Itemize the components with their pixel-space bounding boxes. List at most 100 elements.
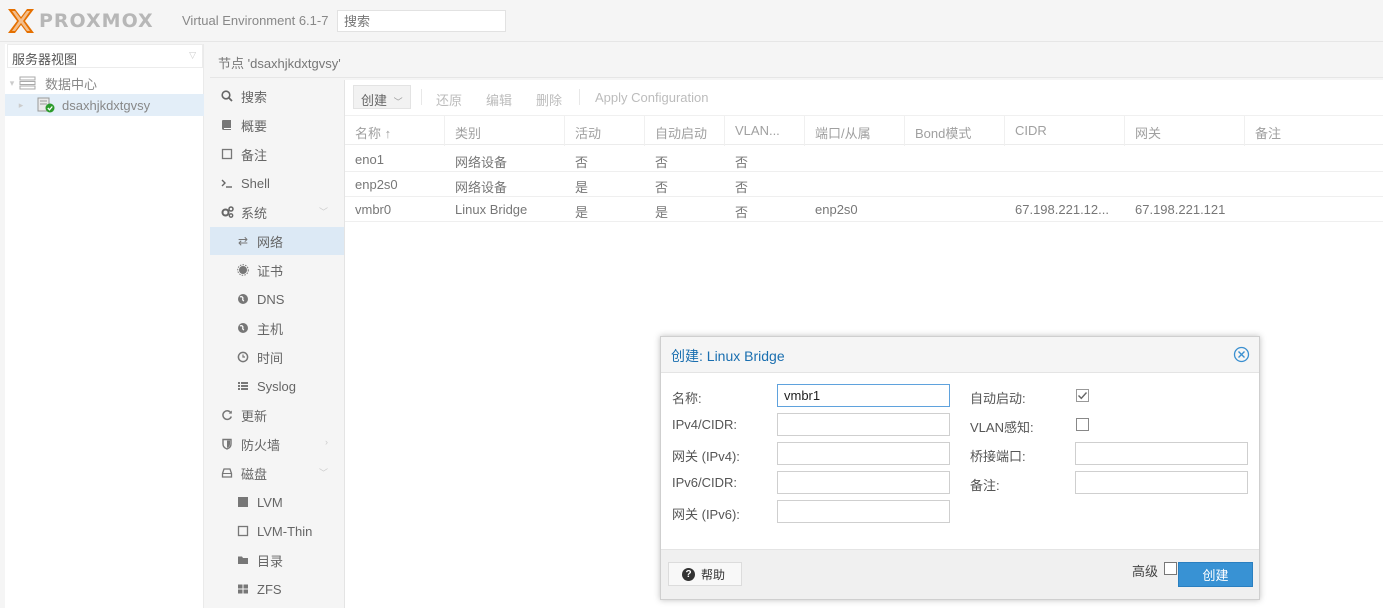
gateway-ipv4-label: 网关 (IPv4): [672,449,740,464]
bridge-ports-label: 桥接端口: [970,449,1026,464]
cell-vlan: 否 [735,155,749,170]
autostart-checkbox[interactable] [1076,389,1089,402]
global-search-input[interactable] [337,10,506,32]
nav-item-label: LVM [257,494,283,510]
nav-item-summary[interactable]: 概要 [210,111,344,139]
clock-icon [236,350,250,364]
ipv4-cidr-input[interactable] [777,413,950,436]
gateway-ipv6-input[interactable] [777,500,950,523]
apply-configuration-button[interactable]: Apply Configuration [595,85,708,109]
nav-item-hosts[interactable]: 主机 [210,314,344,342]
nav-item-zfs[interactable]: ZFS [210,575,344,603]
list-icon [236,379,250,393]
nav-item-network[interactable]: ⇄ 网络 [210,227,344,255]
create-button[interactable]: 创建 [1178,562,1253,587]
create-linux-bridge-dialog: 创建: Linux Bridge 名称: IPv4/CIDR: 网关 (IPv4… [660,336,1260,600]
node-online-icon [37,97,55,113]
nav-item-firewall[interactable]: 防火墙 › [210,430,344,458]
name-input[interactable] [777,384,950,407]
cell-active: 是 [575,180,589,195]
gateway-ipv4-input[interactable] [777,442,950,465]
cell-type: Linux Bridge [455,202,528,217]
cell-cidr [1005,172,1125,196]
ipv6-cidr-input[interactable] [777,471,950,494]
edit-button[interactable]: 编辑 [486,85,512,109]
nav-item-syslog[interactable]: Syslog [210,372,344,400]
view-selector[interactable]: 服务器视图 ▽ [7,44,203,68]
server-stack-icon [19,76,36,90]
column-header-gateway[interactable]: 网关 [1125,116,1245,146]
table-row[interactable]: eno1 网络设备 否 否 否 [345,147,1383,172]
column-header-active[interactable]: 活动 [565,116,645,146]
nav-item-disks[interactable]: 磁盘 ﹀ [210,459,344,487]
nav-item-directory[interactable]: 目录 [210,546,344,574]
column-header-name[interactable]: 名称 ↑ [345,116,445,146]
certificate-icon [236,263,250,277]
search-icon [220,89,234,103]
tree-toggle-icon[interactable]: ▸ [5,100,37,111]
column-header-cidr[interactable]: CIDR [1005,116,1125,146]
column-header-type[interactable]: 类别 [445,116,565,146]
revert-button[interactable]: 还原 [436,85,462,109]
bridge-ports-input[interactable] [1075,442,1248,465]
advanced-checkbox[interactable] [1164,562,1177,575]
column-header-vlan[interactable]: VLAN... [725,116,805,146]
nav-item-shell[interactable]: Shell [210,169,344,197]
column-header-comment[interactable]: 备注 [1245,116,1383,146]
nav-item-time[interactable]: 时间 [210,343,344,371]
nav-item-label: 时间 [257,350,284,366]
create-menu-button[interactable]: 创建 ﹀ [353,85,411,109]
proxmox-x-icon [8,9,34,33]
remove-button[interactable]: 删除 [536,85,562,109]
nav-item-dns[interactable]: DNS [210,285,344,313]
tree-item-label: 数据中心 [45,76,98,92]
node-nav: 搜索 概要 备注 Shell 系统 ﹀ ⇄ 网络 证书 DNS 主机 时间 Sy… [210,80,345,608]
nav-item-system[interactable]: 系统 ﹀ [210,198,344,226]
nav-item-updates[interactable]: 更新 [210,401,344,429]
cell-autostart: 否 [655,180,669,195]
cell-ports [805,172,905,196]
nav-item-label: Syslog [257,378,297,394]
nav-item-label: 目录 [257,553,284,569]
cell-gateway [1125,172,1245,196]
comment-label: 备注: [970,478,1000,493]
nav-item-label: 证书 [257,263,284,279]
nav-item-certificates[interactable]: 证书 [210,256,344,284]
nav-item-notes[interactable]: 备注 [210,140,344,168]
nav-item-search[interactable]: 搜索 [210,82,344,110]
refresh-icon [220,408,234,422]
tree-item-datacenter[interactable]: ▾ 数据中心 [5,72,204,94]
breadcrumb: 节点 'dsaxhjkdxtgvsy' [210,44,1383,78]
close-icon[interactable] [1233,346,1250,363]
chevron-down-icon: ﹀ [318,468,328,478]
tree-item-node[interactable]: ▸ dsaxhjkdxtgvsy [5,94,204,116]
cell-ports: enp2s0 [815,202,858,217]
proxmox-logo: PROXMOX [6,6,154,36]
toolbar-separator [421,89,422,105]
chevron-down-icon: ▽ [189,50,196,60]
network-toolbar: 创建 ﹀ 还原 编辑 删除 Apply Configuration [345,80,1383,114]
name-label: 名称: [672,391,702,406]
column-header-bond-mode[interactable]: Bond模式 [905,116,1005,146]
cell-gateway: 67.198.221.121 [1135,202,1226,217]
column-header-autostart[interactable]: 自动启动 [645,116,725,146]
th-large-icon [236,582,250,596]
cell-cidr [1005,147,1125,171]
nav-item-lvm-thin[interactable]: LVM-Thin [210,517,344,545]
dialog-footer: ? 帮助 高级 创建 [661,549,1259,599]
table-row[interactable]: enp2s0 网络设备 是 否 否 [345,172,1383,197]
help-button[interactable]: ? 帮助 [668,562,742,586]
check-icon [1078,392,1088,400]
nav-item-label: ZFS [257,581,282,597]
globe-icon [236,321,250,335]
tree-toggle-icon[interactable]: ▾ [5,78,19,89]
table-row[interactable]: vmbr0 Linux Bridge 是 是 否 enp2s0 67.198.2… [345,197,1383,222]
ipv4-cidr-label: IPv4/CIDR: [672,417,738,432]
column-header-ports[interactable]: 端口/从属 [805,116,905,146]
comment-input[interactable] [1075,471,1248,494]
question-circle-icon: ? [682,567,695,581]
nav-item-lvm[interactable]: LVM [210,488,344,516]
vlan-aware-checkbox[interactable] [1076,418,1089,431]
autostart-label: 自动启动: [970,391,1026,406]
vlan-aware-label: VLAN感知: [970,420,1034,435]
